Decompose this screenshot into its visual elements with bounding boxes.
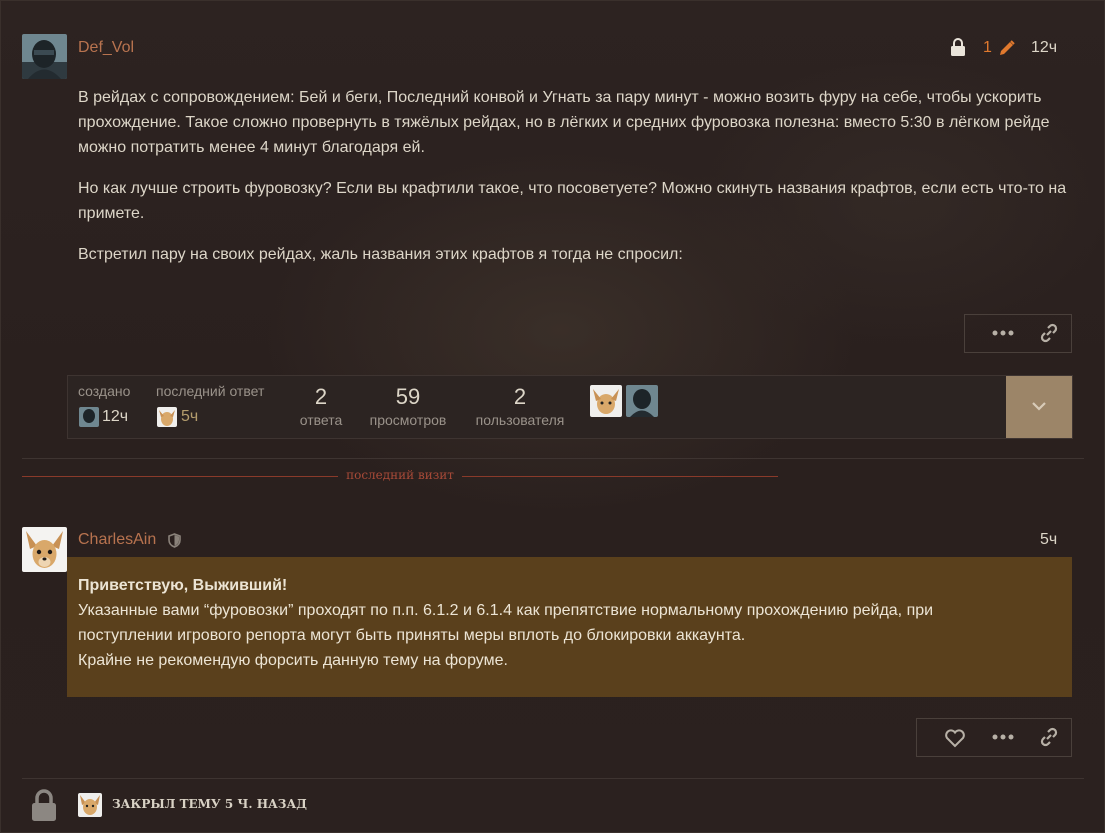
avatar-def-vol[interactable] [22, 34, 67, 79]
greeting-heading: Приветствую, Выживший! [78, 577, 288, 594]
link-icon[interactable] [1037, 725, 1061, 749]
post-paragraph: Но как лучше строить фуровозку? Если вы … [78, 180, 1067, 222]
post-paragraph: Встретил пару на своих рейдах, жаль назв… [78, 246, 683, 263]
post-body: В рейдах с сопровождением: Бей и беги, П… [78, 85, 1068, 283]
pencil-icon[interactable] [996, 37, 1018, 59]
lock-icon [948, 37, 968, 57]
more-icon[interactable] [983, 727, 1023, 747]
separator [22, 458, 1084, 459]
avatar-charlesain[interactable] [22, 527, 67, 572]
message-line: Указанные вами “фуровозки” проходят по п… [78, 602, 934, 619]
last-visit-label: последний визит [346, 468, 454, 482]
edit-count[interactable]: 1 [983, 39, 992, 57]
shield-icon [166, 531, 182, 549]
created-label: создано [78, 383, 131, 399]
users-count: 2 [513, 384, 527, 409]
topic-map: создано 12ч последний ответ 5ч 2 ответа … [67, 375, 1073, 439]
avatar-creator[interactable] [79, 407, 99, 427]
post-author-name[interactable]: CharlesAin [78, 531, 156, 549]
avatar-last-reply[interactable] [157, 407, 177, 427]
post-actions [964, 314, 1072, 353]
message-line: поступлении игрового репорта могут быть … [78, 627, 746, 644]
heart-icon[interactable] [939, 726, 971, 750]
post-time[interactable]: 12ч [1031, 39, 1057, 57]
users-label: пользователя [475, 412, 565, 428]
participant-avatar-charlesain[interactable] [590, 385, 622, 417]
views-label: просмотров [369, 412, 447, 428]
last-visit-divider: последний визит [22, 468, 1084, 482]
lock-icon [28, 788, 60, 822]
link-icon[interactable] [1037, 321, 1061, 345]
created-time[interactable]: 12ч [102, 408, 128, 426]
replies-label: ответа [299, 412, 343, 428]
views-count: 59 [395, 384, 421, 409]
post-actions [916, 718, 1072, 757]
moderator-message: Приветствую, Выживший! Указанные вами “ф… [67, 557, 1072, 697]
expand-topic-map-button[interactable] [1006, 376, 1072, 438]
post-time[interactable]: 5ч [1040, 531, 1057, 549]
more-icon[interactable] [983, 323, 1023, 343]
chevron-down-icon [1031, 398, 1047, 416]
participant-avatar-def-vol[interactable] [626, 385, 658, 417]
separator [22, 778, 1084, 779]
last-reply-time[interactable]: 5ч [181, 408, 198, 426]
replies-count: 2 [314, 384, 328, 409]
message-line: Крайне не рекомендую форсить данную тему… [78, 652, 508, 669]
moderator-text: Приветствую, Выживший! Указанные вами “ф… [78, 573, 933, 673]
closed-notice: ЗАКРЫЛ ТЕМУ 5 Ч. НАЗАД [112, 797, 307, 811]
avatar-closer[interactable] [78, 793, 102, 817]
last-reply-label: последний ответ [156, 383, 265, 399]
post-paragraph: В рейдах с сопровождением: Бей и беги, П… [78, 89, 1050, 156]
post-author-name[interactable]: Def_Vol [78, 39, 134, 57]
